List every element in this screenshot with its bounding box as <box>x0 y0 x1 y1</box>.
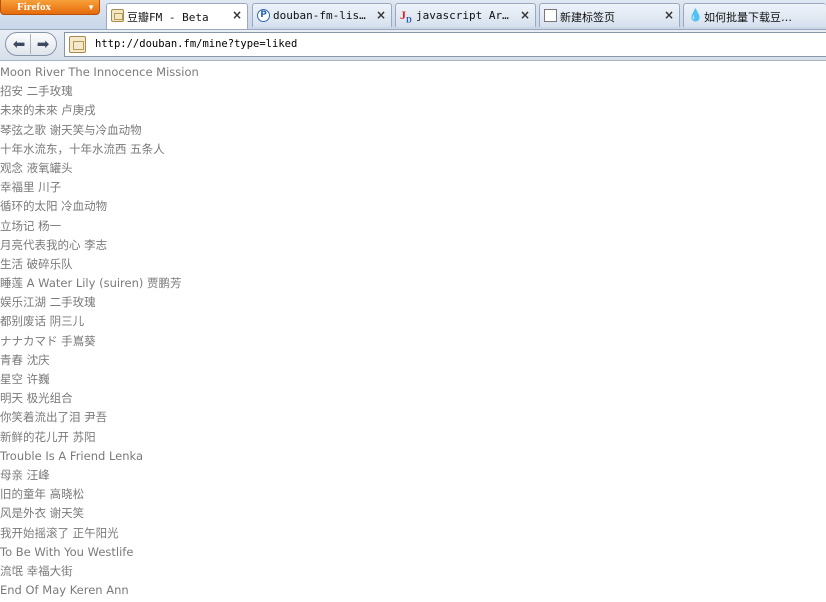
song-item: 未來的未來 卢庚戌 <box>0 103 96 118</box>
song-item: 琴弦之歌 谢天笑与冷血动物 <box>0 122 142 137</box>
song-item: 明天 极光组合 <box>0 391 73 406</box>
site-identity-icon[interactable] <box>69 36 86 53</box>
url-bar[interactable]: http://douban.fm/mine?type=liked <box>64 32 826 57</box>
song-item: 娱乐江湖 二手玫瑰 <box>0 295 96 310</box>
song-item: 母亲 汪峰 <box>0 467 50 482</box>
song-item: 睡莲 A Water Lily (suiren) 贾鹏芳 <box>0 276 182 291</box>
tab-douban-fm-list[interactable]: P douban-fm-list… × <box>252 3 392 27</box>
song-item: 立场记 杨一 <box>0 218 62 233</box>
douban-icon <box>111 9 124 22</box>
song-item: 招安 二手玫瑰 <box>0 84 73 99</box>
tab-batch-download[interactable]: 💧 如何批量下载豆… <box>683 3 826 27</box>
song-item: 青春 沈庆 <box>0 352 50 367</box>
song-item: 你笑着流出了泪 尹吾 <box>0 410 108 425</box>
song-item: Trouble Is A Friend Lenka <box>0 448 144 463</box>
song-item: 月亮代表我的心 李志 <box>0 237 108 252</box>
close-icon[interactable]: × <box>376 8 386 22</box>
url-input[interactable]: http://douban.fm/mine?type=liked <box>95 38 297 50</box>
close-icon[interactable]: × <box>664 8 674 22</box>
song-item: 风是外衣 谢天笑 <box>0 506 85 521</box>
close-icon[interactable]: × <box>232 8 242 22</box>
firefox-menu-label: Firefox <box>17 1 52 13</box>
tab-new-tab[interactable]: 新建标签页 × <box>539 3 680 27</box>
back-forward-group: ⬅ ➡ <box>5 32 57 56</box>
song-item: To Be With You Westlife <box>0 544 134 559</box>
song-item: 都别废话 阴三儿 <box>0 314 85 329</box>
song-item: 观念 液氧罐头 <box>0 160 73 175</box>
song-item: 幸福里 川子 <box>0 180 62 195</box>
back-button[interactable]: ⬅ <box>8 34 31 54</box>
jd-site-icon: JD <box>400 8 412 25</box>
tab-label: douban-fm-list… <box>273 9 371 22</box>
page-icon <box>544 9 557 22</box>
tab-label: javascript Arr… <box>416 9 515 22</box>
song-item: 生活 破碎乐队 <box>0 256 73 271</box>
back-arrow-icon: ⬅ <box>12 35 26 53</box>
song-item: 新鲜的花儿开 苏阳 <box>0 429 96 444</box>
song-item: ナナカマド 手嶌葵 <box>0 333 96 348</box>
forward-button[interactable]: ➡ <box>32 34 54 54</box>
song-item: 流氓 幸福大街 <box>0 563 73 578</box>
navigation-bar: ⬅ ➡ http://douban.fm/mine?type=liked <box>0 30 826 61</box>
tab-label: 如何批量下载豆… <box>704 11 792 24</box>
song-item: End Of May Keren Ann <box>0 583 129 598</box>
tab-douban-fm[interactable]: 豆瓣FM - Beta × <box>106 3 248 29</box>
song-item: 旧的童年 高晓松 <box>0 487 85 502</box>
tab-label: 新建标签页 <box>560 11 615 24</box>
song-item: 我开始摇滚了 正午阳光 <box>0 525 119 540</box>
song-item: 十年水流东，十年水流西 五条人 <box>0 141 165 156</box>
chevron-down-icon: ▼ <box>87 3 95 12</box>
firefox-menu-button[interactable]: Firefox ▼ <box>0 0 100 15</box>
tab-javascript[interactable]: JD javascript Arr… × <box>395 3 536 27</box>
forward-arrow-icon: ➡ <box>36 35 50 53</box>
song-item: Moon River The Innocence Mission <box>0 65 199 79</box>
p-site-icon: P <box>257 9 270 22</box>
page-content: Moon River The Innocence Mission 招安 二手玫瑰未… <box>0 63 826 600</box>
song-item: 星空 许巍 <box>0 372 50 386</box>
droplet-icon: 💧 <box>688 8 703 22</box>
tab-strip: Firefox ▼ 豆瓣FM - Beta × P douban-fm-list… <box>0 0 826 30</box>
close-icon[interactable]: × <box>520 8 530 22</box>
song-item: 循环的太阳 冷血动物 <box>0 199 108 214</box>
tab-label: 豆瓣FM - Beta <box>127 11 209 24</box>
